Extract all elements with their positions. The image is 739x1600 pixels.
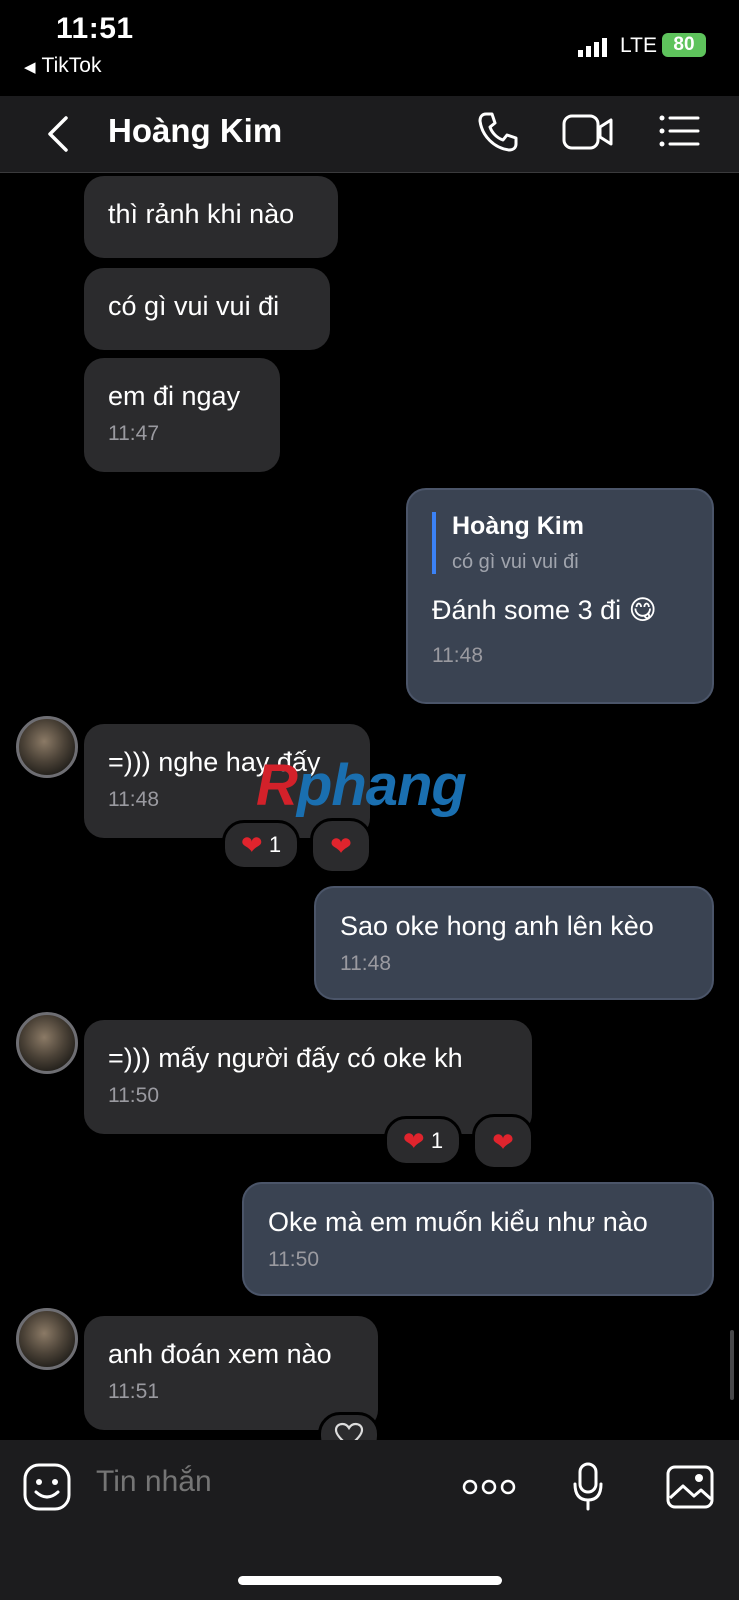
video-call-icon[interactable] bbox=[562, 112, 614, 152]
back-arrow-icon[interactable] bbox=[44, 114, 74, 154]
message-time: 11:50 bbox=[108, 1084, 159, 1107]
message-time: 11:51 bbox=[108, 1380, 159, 1403]
home-indicator[interactable] bbox=[238, 1576, 502, 1585]
quoted-reply[interactable]: Hoàng Kim có gì vui vui đi bbox=[432, 512, 688, 574]
message-time: 11:48 bbox=[432, 644, 483, 667]
back-to-app-link[interactable]: ◀ TikTok bbox=[24, 54, 101, 78]
message-time: 11:47 bbox=[108, 422, 159, 445]
network-type: LTE bbox=[620, 34, 657, 57]
more-options-icon[interactable] bbox=[462, 1476, 516, 1498]
menu-list-icon[interactable] bbox=[658, 114, 700, 148]
message-text: Đánh some 3 đi 😋 bbox=[432, 595, 657, 625]
signal-icon bbox=[578, 38, 607, 57]
scrollbar[interactable] bbox=[730, 1330, 734, 1400]
message-bubble[interactable]: thì rảnh khi nào bbox=[84, 176, 338, 258]
quoted-sender: Hoàng Kim bbox=[452, 512, 584, 540]
message-text: thì rảnh khi nào bbox=[108, 199, 295, 229]
reaction-count: 1 bbox=[268, 832, 282, 857]
microphone-icon[interactable] bbox=[572, 1462, 604, 1512]
battery-icon: 80 bbox=[662, 33, 706, 57]
back-app-label: TikTok bbox=[41, 54, 102, 77]
message-bubble-outgoing[interactable]: Hoàng Kim có gì vui vui đi Đánh some 3 đ… bbox=[406, 488, 714, 704]
phone-icon[interactable] bbox=[476, 110, 520, 154]
avatar[interactable] bbox=[16, 716, 78, 778]
message-bubble[interactable]: em đi ngay 11:47 bbox=[84, 358, 280, 472]
react-heart-button[interactable]: ❤ bbox=[310, 818, 372, 874]
message-text: Sao oke hong anh lên kèo bbox=[340, 911, 654, 941]
message-text: em đi ngay bbox=[108, 381, 241, 411]
avatar[interactable] bbox=[16, 1308, 78, 1370]
message-text: =))) mấy người đấy có oke kh bbox=[108, 1043, 463, 1073]
photo-gallery-icon[interactable] bbox=[666, 1464, 714, 1510]
heart-icon: ❤ bbox=[330, 830, 352, 861]
contact-name[interactable]: Hoàng Kim bbox=[108, 112, 282, 150]
heart-icon: ❤ bbox=[402, 1125, 425, 1156]
heart-icon: ❤ bbox=[492, 1126, 514, 1157]
reaction-count: 1 bbox=[430, 1128, 444, 1153]
avatar[interactable] bbox=[16, 1012, 78, 1074]
message-bubble-outgoing[interactable]: Oke mà em muốn kiểu như nào 11:50 bbox=[242, 1182, 714, 1296]
react-heart-button[interactable]: ❤ bbox=[472, 1114, 534, 1170]
reaction-count-badge[interactable]: ❤ 1 bbox=[384, 1116, 462, 1166]
heart-icon: ❤ bbox=[240, 829, 263, 860]
message-bubble[interactable]: có gì vui vui đi bbox=[84, 268, 330, 350]
message-text: Oke mà em muốn kiểu như nào bbox=[268, 1207, 648, 1237]
sticker-emoji-icon[interactable] bbox=[22, 1462, 72, 1512]
message-text: có gì vui vui đi bbox=[108, 291, 280, 321]
reaction-count-badge[interactable]: ❤ 1 bbox=[222, 820, 300, 870]
quoted-text: có gì vui vui đi bbox=[452, 551, 579, 573]
status-time: 11:51 bbox=[56, 12, 134, 45]
message-time: 11:50 bbox=[268, 1248, 319, 1271]
back-triangle-icon: ◀ bbox=[24, 59, 36, 76]
message-input[interactable] bbox=[94, 1464, 398, 1500]
message-text: anh đoán xem nào bbox=[108, 1339, 332, 1369]
message-bubble-outgoing[interactable]: Sao oke hong anh lên kèo 11:48 bbox=[314, 886, 714, 1000]
message-time: 11:48 bbox=[340, 952, 391, 975]
message-bubble[interactable]: =))) mấy người đấy có oke kh 11:50 bbox=[84, 1020, 532, 1134]
watermark-logo: Rphang bbox=[256, 753, 467, 818]
